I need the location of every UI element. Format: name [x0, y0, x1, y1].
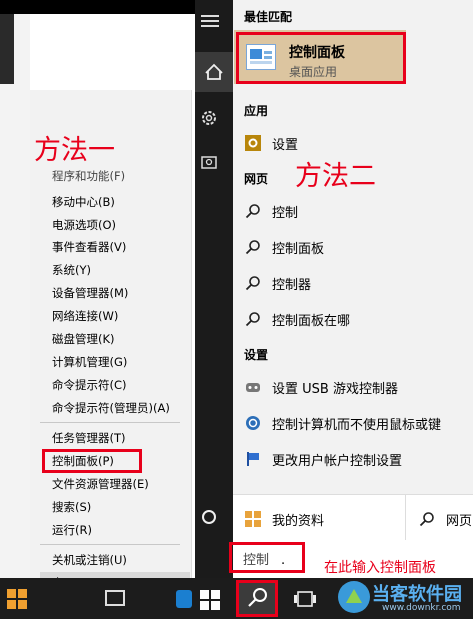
feedback-icon [201, 156, 217, 169]
settings-result-usb[interactable]: 设置 USB 游戏控制器 [244, 375, 398, 399]
menu-item-mobility[interactable]: 移动中心(B) [52, 192, 115, 212]
search-icon [244, 275, 262, 291]
search-icon [244, 311, 262, 327]
result-label: 控制面板在哪 [272, 313, 351, 329]
windows-logo-icon [244, 511, 262, 527]
home-icon [205, 63, 223, 80]
section-settings: 设置 [244, 348, 269, 362]
watermark-logo-icon [338, 581, 370, 613]
home-button[interactable] [195, 52, 233, 92]
highlight-box-best-match [236, 32, 406, 84]
feedback-button[interactable] [195, 146, 233, 182]
menu-item-computer-mgmt[interactable]: 计算机管理(G) [52, 352, 127, 372]
section-web: 网页 [244, 172, 269, 186]
search-icon [244, 203, 262, 219]
menu-item-search[interactable]: 搜索(S) [52, 497, 91, 517]
result-label: 控制计算机而不使用鼠标或键 [272, 417, 442, 433]
web-result-2[interactable]: 控制面板 [244, 235, 324, 259]
menu-item-network[interactable]: 网络连接(W) [52, 306, 118, 326]
web-search-button[interactable]: 网页 [418, 507, 472, 531]
tab-divider [405, 494, 406, 540]
settings-result-uac[interactable]: 更改用户帐户控制设置 [244, 447, 402, 471]
web-result-4[interactable]: 控制面板在哪 [244, 307, 350, 331]
uac-flag-icon [244, 451, 262, 467]
settings-button[interactable] [195, 100, 233, 136]
menu-item-explorer[interactable]: 文件资源管理器(E) [52, 474, 149, 494]
annotation-method2: 方法二 [295, 161, 376, 192]
annotation-search-hint: 在此输入控制面板 [324, 560, 436, 576]
result-label: 控制器 [272, 277, 312, 293]
result-label: 设置 [272, 137, 299, 153]
menu-item-programs[interactable]: 程序和功能(F) [52, 169, 125, 183]
menu-item-run[interactable]: 运行(R) [52, 520, 92, 540]
hamburger-menu-icon[interactable] [201, 14, 219, 28]
menu-item-cmd[interactable]: 命令提示符(C) [52, 375, 127, 395]
task-view-button[interactable] [294, 589, 316, 609]
section-apps: 应用 [244, 104, 269, 118]
menu-item-system[interactable]: 系统(Y) [52, 260, 91, 280]
watermark-url: www.downkr.com [382, 603, 461, 613]
menu-item-power[interactable]: 电源选项(O) [52, 215, 116, 235]
menu-item-shutdown[interactable]: 关机或注销(U) [52, 550, 127, 570]
windows-logo-icon [200, 590, 220, 610]
menu-item-device-manager[interactable]: 设备管理器(M) [52, 283, 128, 303]
annotation-method1: 方法一 [34, 135, 115, 166]
result-settings-app[interactable]: 设置 [244, 131, 298, 155]
start-button[interactable] [200, 590, 220, 610]
result-label: 更改用户帐户控制设置 [272, 453, 403, 469]
highlight-box-search-button [236, 580, 278, 617]
desktop-app-fragment [0, 14, 14, 84]
task-view-icon[interactable] [105, 590, 125, 606]
cortana-button[interactable] [195, 500, 233, 536]
menu-item-task-manager[interactable]: 任务管理器(T) [52, 428, 126, 448]
search-icon [244, 239, 262, 255]
menu-item-cmd-admin[interactable]: 命令提示符(管理员)(A) [52, 398, 170, 418]
menu-separator [40, 544, 180, 545]
windows-logo-icon [7, 589, 27, 609]
my-stuff-label: 我的资料 [272, 513, 325, 529]
menu-item-disk[interactable]: 磁盘管理(K) [52, 329, 115, 349]
desktop-background [0, 0, 30, 619]
web-result-3[interactable]: 控制器 [244, 271, 311, 295]
my-stuff-button[interactable]: 我的资料 [244, 507, 324, 531]
result-label: 控制面板 [272, 241, 325, 257]
settings-app-icon [244, 135, 262, 151]
gear-icon [202, 111, 216, 125]
section-best-match: 最佳匹配 [244, 10, 293, 24]
taskbar-left [0, 578, 195, 619]
result-label: 设置 USB 游戏控制器 [272, 381, 398, 397]
game-controller-icon [244, 379, 262, 395]
settings-result-ease[interactable]: 控制计算机而不使用鼠标或键 [244, 411, 441, 435]
web-result-1[interactable]: 控制 [244, 199, 298, 223]
highlight-box-control-panel [42, 449, 142, 473]
start-button-left[interactable] [6, 588, 28, 610]
task-view-icon [294, 591, 316, 607]
ease-of-access-icon [244, 415, 262, 431]
highlight-box-search-input [229, 542, 305, 573]
menu-item-event-viewer[interactable]: 事件查看器(V) [52, 237, 126, 257]
edge-icon[interactable] [176, 590, 192, 608]
result-label: 控制 [272, 205, 299, 221]
menu-separator [40, 422, 180, 423]
window-top-edge [0, 0, 195, 14]
search-icon [418, 511, 436, 527]
web-search-label: 网页 [446, 513, 473, 529]
cortana-circle-icon [202, 510, 216, 524]
